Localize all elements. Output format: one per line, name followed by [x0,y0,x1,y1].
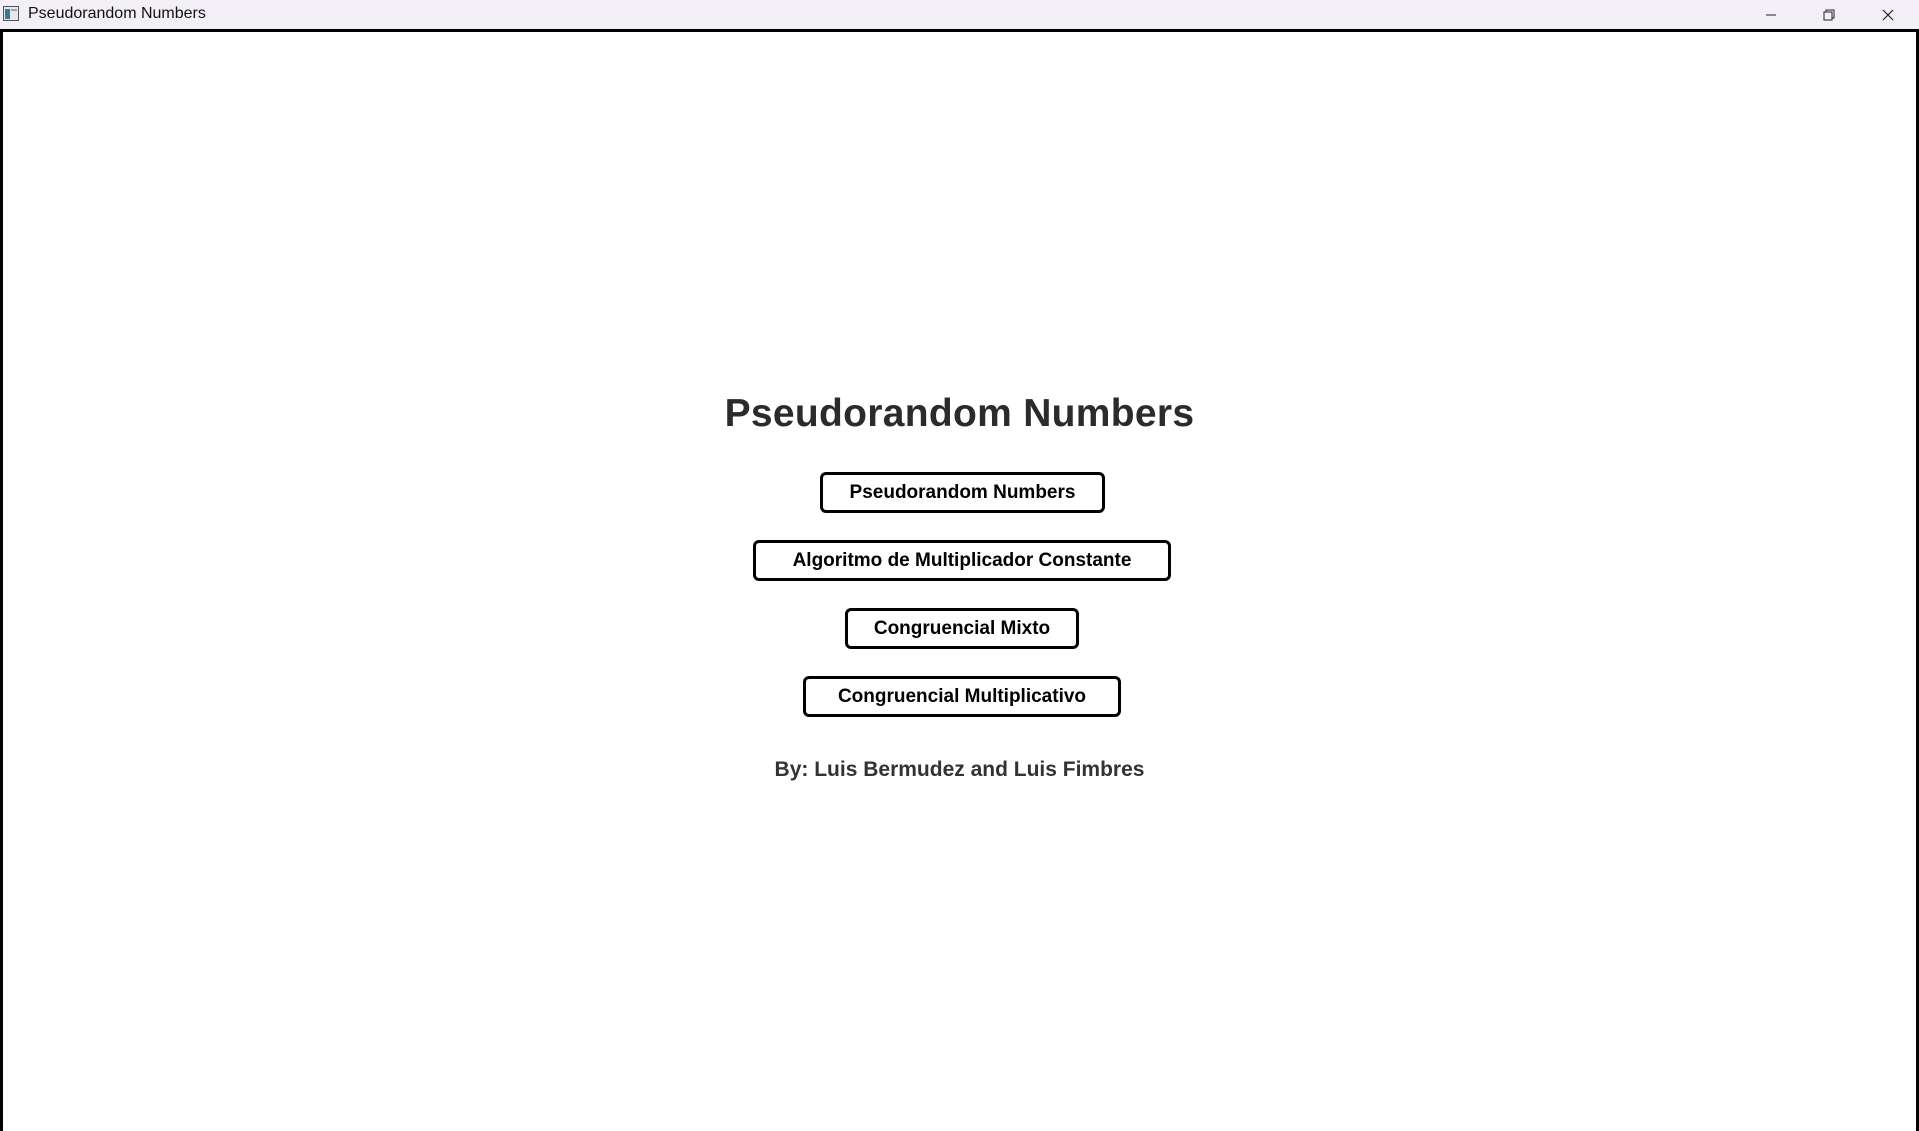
congruencial-mixto-button[interactable]: Congruencial Mixto [845,608,1079,649]
close-button[interactable] [1859,0,1917,29]
app-window: Pseudorandom Numbers Pseudorandom Number… [0,0,1919,1131]
credits-text: By: Luis Bermudez and Luis Fimbres [774,758,1145,781]
minimize-icon [1765,9,1777,21]
page-title: Pseudorandom Numbers [724,392,1195,435]
close-icon [1882,9,1894,21]
congruencial-multiplicativo-button[interactable]: Congruencial Multiplicativo [803,676,1121,717]
main-content: Pseudorandom Numbers Pseudorandom Number… [0,29,1919,1131]
minimize-button[interactable] [1742,0,1800,29]
restore-icon [1823,9,1835,21]
multiplicador-constante-button[interactable]: Algoritmo de Multiplicador Constante [753,540,1171,581]
title-bar[interactable]: Pseudorandom Numbers [0,0,1919,29]
pseudorandom-numbers-button[interactable]: Pseudorandom Numbers [820,472,1105,513]
maximize-button[interactable] [1800,0,1858,29]
window-title: Pseudorandom Numbers [28,5,206,22]
app-icon [3,6,19,21]
